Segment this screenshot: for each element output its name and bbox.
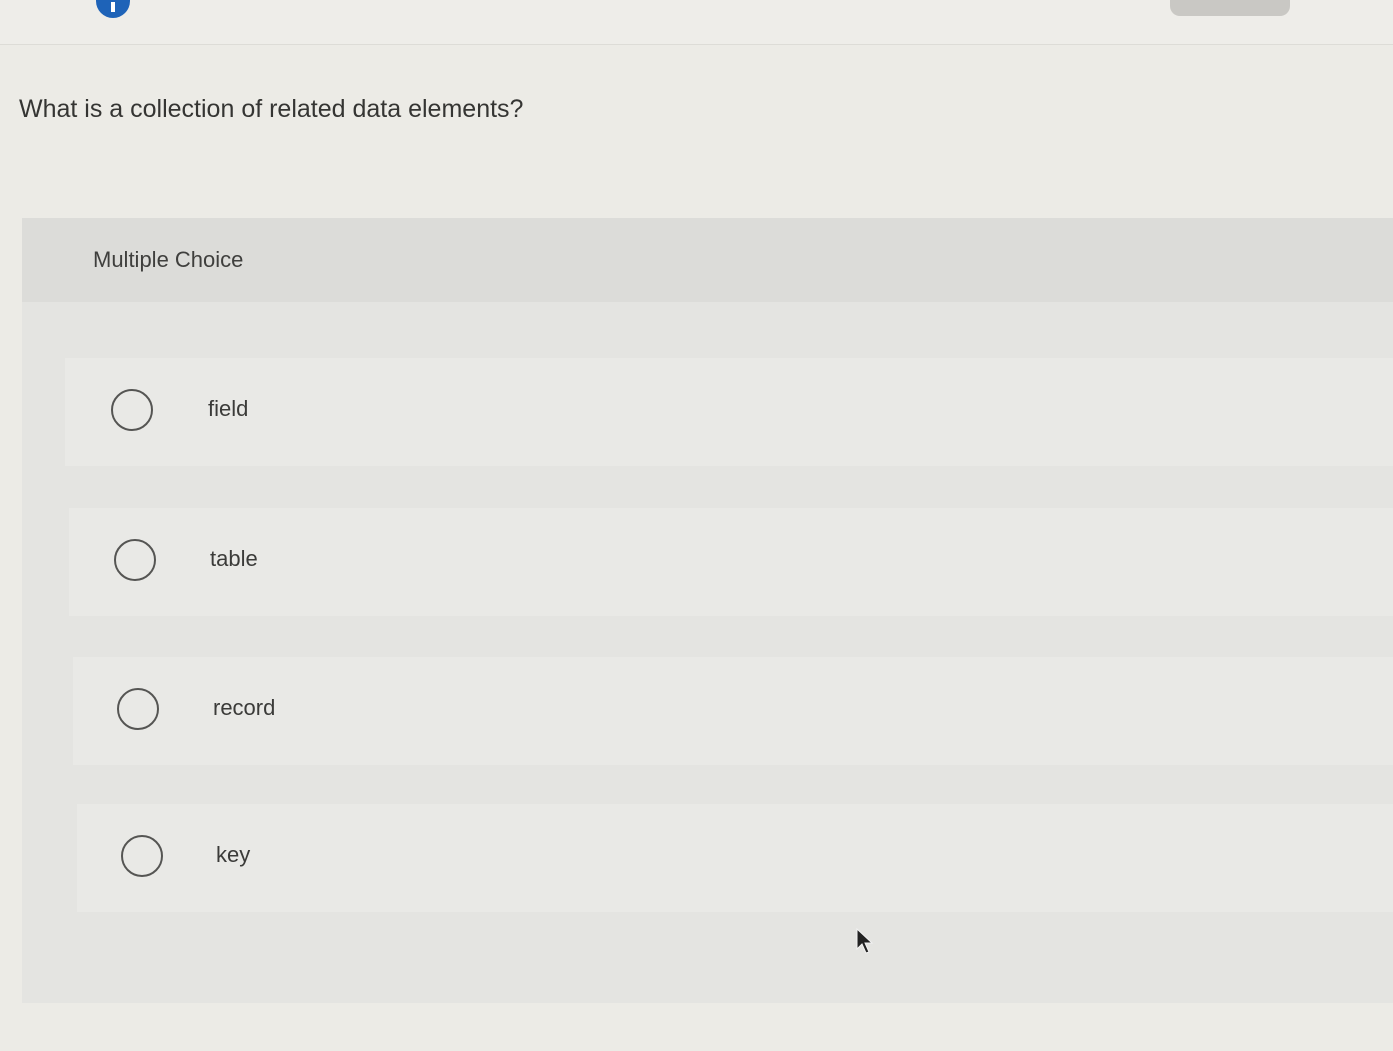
radio-button[interactable]	[114, 539, 156, 581]
radio-button[interactable]	[121, 835, 163, 877]
top-right-button[interactable]	[1170, 0, 1290, 16]
option-table[interactable]: table	[69, 508, 1393, 616]
top-bar	[0, 0, 1393, 45]
option-field[interactable]: field	[65, 358, 1393, 466]
question-type-label: Multiple Choice	[93, 247, 244, 272]
option-key[interactable]: key	[77, 804, 1393, 912]
option-label: table	[210, 546, 258, 571]
option-record[interactable]: record	[73, 657, 1393, 765]
panel-header: Multiple Choice	[22, 218, 1393, 302]
radio-button[interactable]	[111, 389, 153, 431]
option-label: key	[216, 842, 251, 867]
question-prompt: What is a collection of related data ele…	[19, 95, 524, 123]
radio-button[interactable]	[117, 688, 159, 730]
info-icon[interactable]	[96, 0, 130, 18]
answer-options: field table record key	[22, 302, 1393, 1003]
question-panel: Multiple Choice field table record key	[22, 218, 1393, 1003]
option-label: field	[208, 396, 249, 421]
option-label: record	[213, 695, 276, 720]
mouse-pointer-icon	[856, 928, 874, 954]
